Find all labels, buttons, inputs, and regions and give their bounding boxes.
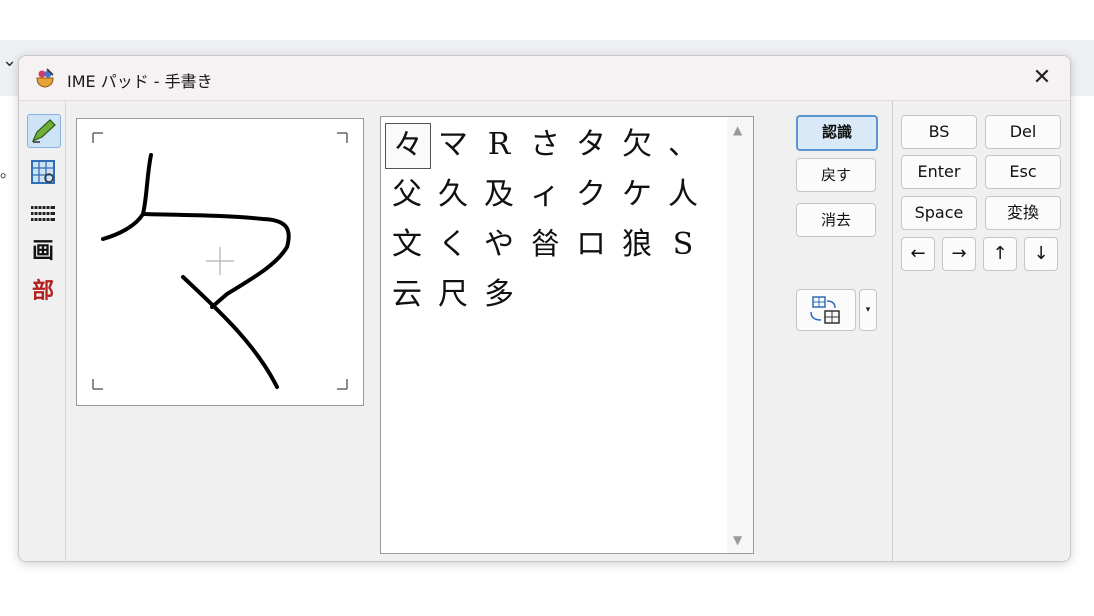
left-arrow-key[interactable]: ← [901,237,935,271]
handwriting-mode-button[interactable] [27,114,61,148]
convert-key[interactable]: 変換 [985,196,1061,230]
candidate-char[interactable]: ィ [523,173,567,217]
character-list-mode-button[interactable] [27,156,59,188]
ime-pad-app-icon [36,68,54,88]
keyboard-icon [31,206,55,221]
up-arrow-key[interactable]: ↑ [983,237,1017,271]
ime-pad-window: IME パッド - 手書き ✕ 画 部 々 マ R さ タ 欠 、 父 久 及 … [18,55,1071,562]
candidate-char[interactable]: さ [523,123,567,167]
panel-divider [892,101,893,561]
stroke-count-glyph: 画 [31,239,54,264]
candidate-char[interactable]: ケ [615,173,659,217]
candidate-char[interactable]: や [477,223,521,267]
mode-toolbar: 画 部 [19,101,66,561]
candidate-char[interactable]: ロ [569,223,613,267]
character-list-icon [31,160,55,184]
handwriting-strokes [92,132,348,390]
clear-button[interactable]: 消去 [796,203,876,237]
down-arrow-key[interactable]: ↓ [1024,237,1058,271]
corner-mark-bottom-right [337,379,348,390]
bs-key[interactable]: BS [901,115,977,149]
title-bar[interactable]: IME パッド - 手書き ✕ [19,56,1070,101]
handwriting-canvas[interactable] [76,118,364,406]
candidate-char[interactable]: タ [569,123,613,167]
candidate-char[interactable]: R [477,123,521,167]
candidate-char[interactable]: 々 [385,123,431,169]
candidate-char[interactable]: 、 [661,123,705,167]
space-key[interactable]: Space [901,196,977,230]
candidate-char[interactable]: マ [431,123,475,167]
center-crosshair [206,247,234,275]
background-chevron-icon: ⌄ [2,50,18,71]
candidate-char[interactable]: 欠 [615,123,659,167]
del-key[interactable]: Del [985,115,1061,149]
soft-keyboard-mode-button[interactable] [27,196,59,228]
candidate-char[interactable]: 多 [477,273,521,317]
esc-key[interactable]: Esc [985,155,1061,189]
candidate-char[interactable]: 人 [661,173,705,217]
candidate-char[interactable]: 尺 [431,273,475,317]
candidate-char[interactable]: S [661,223,705,267]
right-arrow-key[interactable]: → [942,237,976,271]
recognition-mode-button[interactable] [796,289,856,331]
candidate-char[interactable]: く [431,223,475,267]
corner-mark-top-left [92,132,103,143]
radical-glyph: 部 [31,279,54,304]
window-title: IME パッド - 手書き [67,72,213,91]
candidate-char[interactable]: ク [569,173,613,217]
corner-mark-bottom-left [92,379,103,390]
scroll-up-arrow-icon[interactable]: ▲ [733,123,742,137]
scroll-down-arrow-icon[interactable]: ▼ [733,533,742,547]
recognition-mode-dropdown[interactable]: ▾ [859,289,877,331]
recognition-mode-icon [810,296,840,324]
candidate-char[interactable]: 㫺 [523,223,567,267]
candidate-char[interactable]: 父 [385,173,429,217]
candidate-scrollbar[interactable]: ▲ ▼ [727,117,753,553]
handwriting-pen-icon [31,119,56,143]
recognize-button[interactable]: 認識 [796,115,878,151]
candidate-char[interactable]: 云 [385,273,429,317]
radical-mode-button[interactable]: 部 [27,276,59,308]
candidate-list: 々 マ R さ タ 欠 、 父 久 及 ィ ク ケ 人 文 く や 㫺 ロ 狼 … [380,116,754,554]
candidate-char[interactable]: 久 [431,173,475,217]
close-button[interactable]: ✕ [1024,62,1060,94]
candidate-char[interactable]: 文 [385,223,429,267]
background-dot: 。 [0,162,17,181]
stroke-count-mode-button[interactable]: 画 [27,236,59,268]
corner-mark-top-right [337,132,348,143]
enter-key[interactable]: Enter [901,155,977,189]
undo-button[interactable]: 戻す [796,158,876,192]
candidate-char[interactable]: 狼 [615,223,659,267]
candidate-char[interactable]: 及 [477,173,521,217]
